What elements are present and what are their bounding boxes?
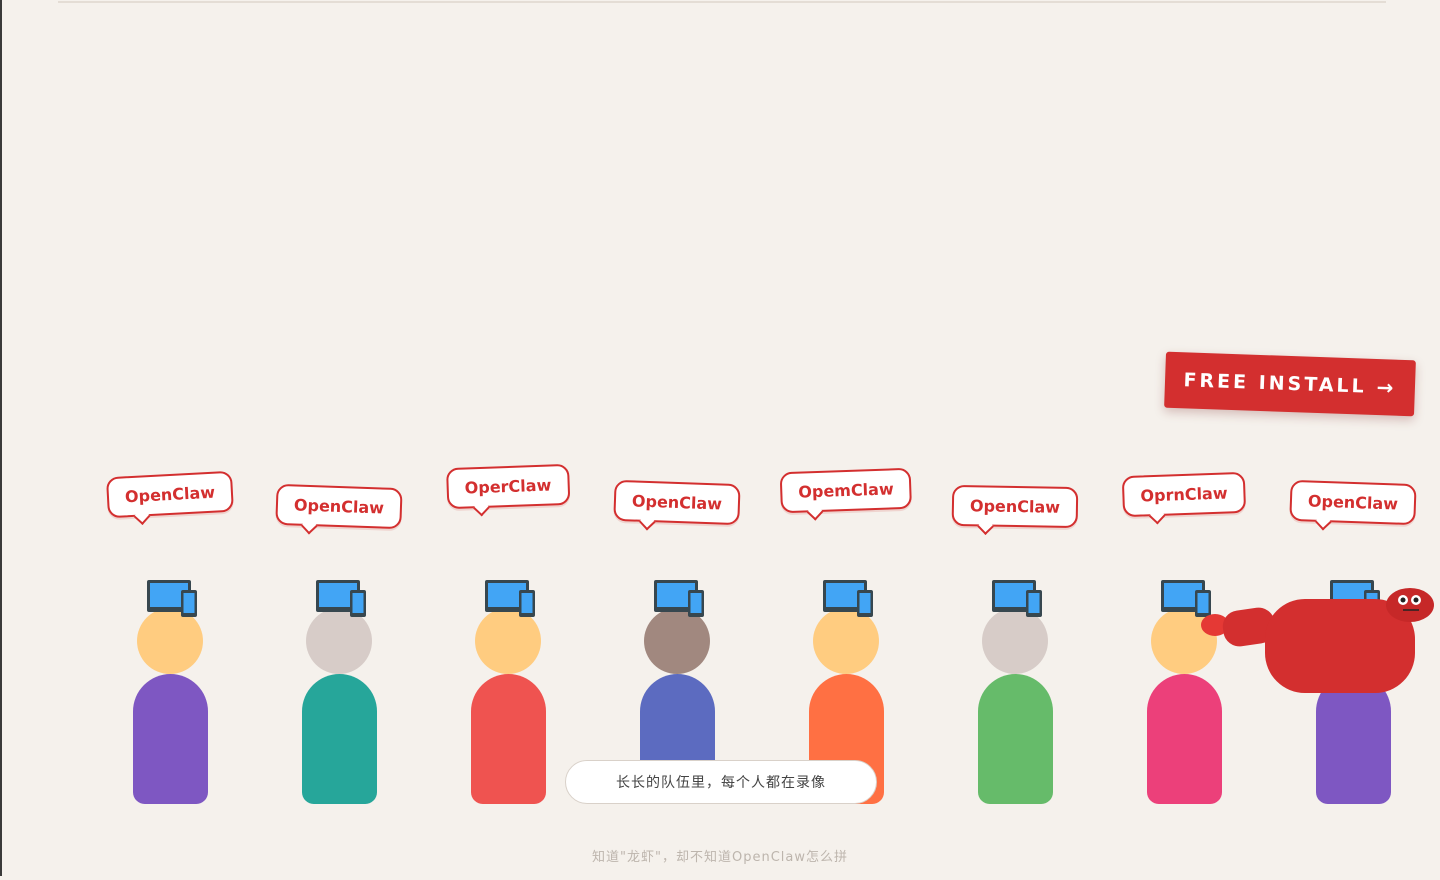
laptop-phone-icon bbox=[316, 580, 366, 618]
person-body bbox=[302, 674, 377, 804]
speech-bubble: OpenClaw bbox=[105, 470, 235, 519]
speech-bubble: OprnClaw bbox=[1121, 471, 1247, 518]
caption-pill: 长长的队伍里，每个人都在录像 bbox=[565, 760, 877, 804]
queue-person: OpemClaw bbox=[779, 467, 913, 880]
caption-text: 长长的队伍里，每个人都在录像 bbox=[616, 775, 826, 791]
speech-bubble: OpenClaw bbox=[1289, 479, 1417, 526]
lobster-head bbox=[1386, 588, 1434, 622]
speech-bubble: OpenClaw bbox=[613, 479, 741, 526]
person-body bbox=[133, 674, 208, 804]
laptop-phone-icon bbox=[992, 580, 1042, 618]
queue-person: OpenClaw bbox=[105, 470, 235, 880]
queue-person: OpenClaw bbox=[951, 480, 1079, 880]
laptop-phone-icon bbox=[654, 580, 704, 618]
queue-person: OperClaw bbox=[446, 463, 570, 880]
queue-person: OpenClaw bbox=[613, 479, 741, 880]
laptop-phone-icon bbox=[823, 580, 873, 618]
person-body bbox=[978, 674, 1053, 804]
footer-text: 知道"龙虾"，却不知道OpenClaw怎么拼 bbox=[592, 850, 848, 865]
speech-bubble: OpenClaw bbox=[951, 484, 1079, 529]
laptop-phone-icon bbox=[485, 580, 535, 618]
speech-bubble: OpemClaw bbox=[779, 467, 913, 514]
speech-bubble: OpenClaw bbox=[275, 483, 403, 530]
speech-bubble: OperClaw bbox=[446, 463, 570, 510]
people-queue: OpenClaw OpenClaw OperClaw OpenClaw OpemClaw… bbox=[0, 0, 1440, 876]
laptop-phone-icon bbox=[147, 580, 197, 618]
lobster-mascot bbox=[1195, 585, 1440, 695]
person-body bbox=[471, 674, 546, 804]
queue-person: OpenClaw bbox=[275, 480, 403, 880]
